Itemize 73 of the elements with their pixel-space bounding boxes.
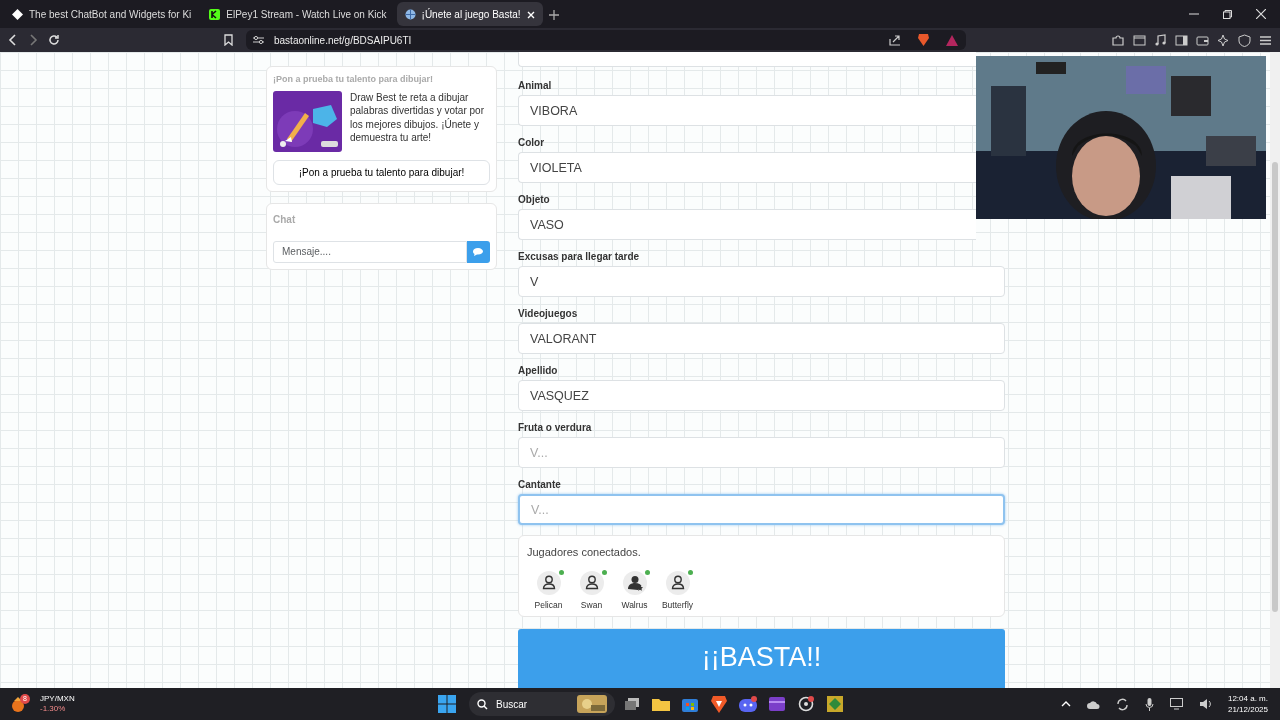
- player-name: Pelican: [534, 598, 563, 612]
- sidebar-icon[interactable]: [1175, 33, 1188, 47]
- diamond-icon: [12, 8, 23, 20]
- input-field[interactable]: VIOLETA: [518, 152, 976, 183]
- windows-start-icon[interactable]: [438, 695, 456, 713]
- field-label: Videojuegos: [518, 307, 579, 320]
- wallet-icon[interactable]: [1196, 33, 1209, 47]
- app-icon[interactable]: [769, 697, 785, 711]
- reload-icon[interactable]: [48, 34, 60, 46]
- forward-icon[interactable]: [28, 34, 38, 46]
- task-view-icon[interactable]: [624, 697, 640, 711]
- k-icon: [209, 8, 221, 20]
- field-label: Animal: [518, 79, 553, 92]
- music-icon[interactable]: [1154, 33, 1167, 47]
- player-name: Walrus: [621, 598, 648, 612]
- clock-date: 21/12/2025: [1227, 704, 1268, 715]
- field-label: Apellido: [518, 364, 559, 377]
- input-field[interactable]: VALORANT: [518, 323, 1005, 354]
- input-field[interactable]: V: [518, 266, 1005, 297]
- sync-icon[interactable]: [1115, 697, 1129, 711]
- folder-icon[interactable]: [652, 697, 670, 711]
- globe-icon: [404, 8, 416, 20]
- bookmark-icon: [224, 34, 233, 46]
- shield-icon[interactable]: [917, 33, 930, 47]
- field-label: Cantante: [518, 478, 562, 491]
- cloud-icon[interactable]: [1086, 698, 1100, 710]
- input-field[interactable]: VASO: [518, 209, 976, 240]
- browser-tab[interactable]: ¡Únete al juego Basta!: [396, 2, 543, 26]
- url-text: bastaonline.net/g/BDSAIPU6TI: [274, 33, 412, 48]
- clock-time: 12:04 a. m.: [1227, 693, 1268, 704]
- input-field[interactable]: VIBORA: [518, 95, 976, 126]
- sparkle-icon[interactable]: [1217, 33, 1230, 47]
- promo-button[interactable]: ¡Pon a prueba tu talento para dibujar!: [273, 159, 490, 185]
- game-controller-icon[interactable]: [739, 696, 757, 712]
- players-title: Jugadores conectados.: [527, 545, 642, 560]
- message-input[interactable]: Mensaje....: [273, 240, 467, 263]
- new-tab-icon[interactable]: [548, 9, 559, 20]
- window-icon[interactable]: [1133, 33, 1146, 47]
- player-name: Butterfly: [661, 598, 694, 612]
- scrollbar-thumb[interactable]: [1272, 162, 1278, 612]
- back-icon[interactable]: [8, 34, 18, 46]
- field-label: Excusas para llegar tarde: [518, 250, 641, 263]
- input-field[interactable]: V...: [518, 494, 1005, 525]
- promo-description: Draw Best te reta a dibujar palabras divertidas y votar por los mejores dibujos. ¡Únete y demuestra tu arte!: [350, 90, 485, 145]
- share-icon[interactable]: [889, 34, 901, 46]
- currency-pair: JPY/MXN: [40, 694, 75, 704]
- monitor-icon[interactable]: [1169, 698, 1183, 710]
- chevron-up-icon[interactable]: [1060, 700, 1071, 708]
- restore-icon[interactable]: [1223, 9, 1232, 19]
- shield-icon[interactable]: [1238, 33, 1251, 47]
- microphone-icon[interactable]: [1144, 697, 1154, 711]
- promo-heading: ¡Pon a prueba tu talento para dibujar!: [273, 73, 434, 86]
- menu-icon[interactable]: [1259, 33, 1272, 47]
- player-name: Swan: [580, 598, 603, 612]
- site-settings-icon: [253, 35, 264, 45]
- field-label: Fruta o verdura: [518, 421, 593, 434]
- chat-title: Chat: [273, 212, 297, 227]
- search-field[interactable]: Buscar: [469, 692, 615, 716]
- speaker-icon[interactable]: [1198, 698, 1212, 710]
- browser-tab[interactable]: ElPey1 Stream - Watch Live on Kick: [201, 2, 395, 26]
- chat-bubble-icon: [473, 247, 484, 256]
- store-icon[interactable]: [682, 696, 698, 712]
- input-field[interactable]: V...: [518, 437, 1005, 468]
- field-label: Color: [518, 136, 546, 149]
- close-icon[interactable]: [1256, 9, 1266, 19]
- browser-tab[interactable]: The best ChatBot and Widgets for Ki: [4, 2, 200, 26]
- input-field[interactable]: [518, 52, 976, 67]
- currency-change: -1.30%: [40, 704, 67, 714]
- input-field[interactable]: VASQUEZ: [518, 380, 1005, 411]
- field-label: Objeto: [518, 193, 551, 206]
- triangle-icon[interactable]: [946, 34, 958, 46]
- search-icon: [477, 698, 488, 710]
- send-button[interactable]: [466, 240, 490, 263]
